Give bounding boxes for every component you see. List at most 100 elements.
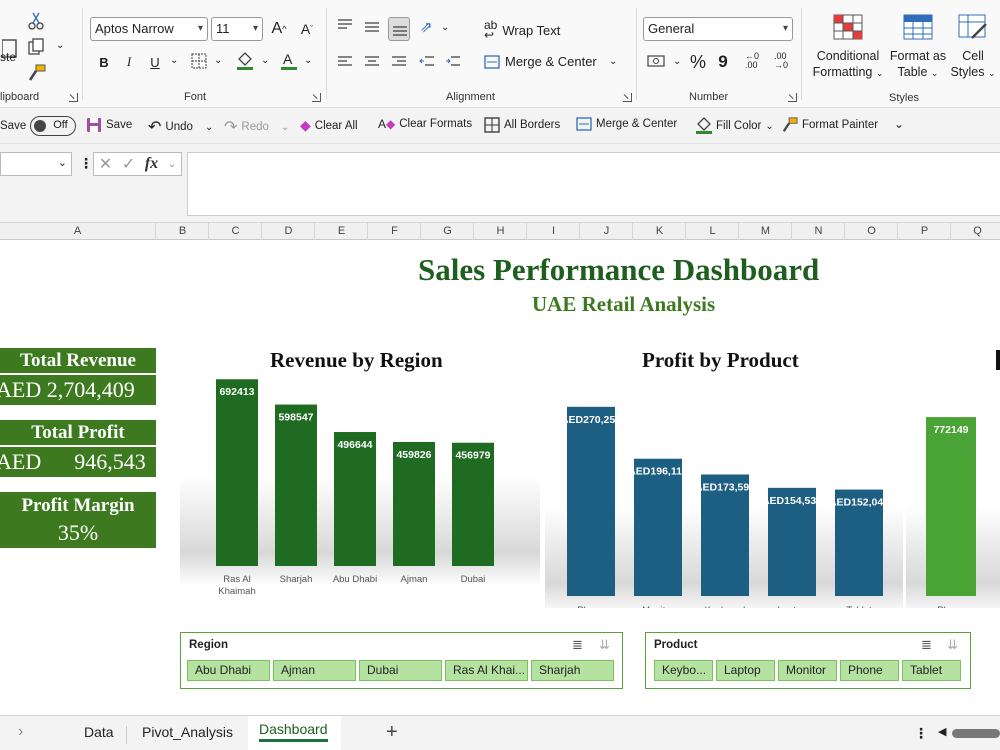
column-header-p[interactable]: P (899, 223, 951, 240)
horizontal-scrollbar[interactable] (952, 729, 1000, 738)
slicer-item[interactable]: Sharjah (531, 660, 614, 681)
number-launcher-icon[interactable] (788, 93, 797, 102)
increase-indent-icon[interactable] (445, 55, 461, 69)
insert-function-button[interactable]: fx (145, 155, 158, 173)
format-painter-quick-button[interactable]: Format Painter (782, 117, 878, 133)
font-launcher-icon[interactable] (312, 93, 321, 102)
all-borders-button[interactable]: All Borders (484, 117, 560, 133)
merge-center-quick-button[interactable]: Merge & Center (576, 117, 677, 131)
slicer-item[interactable]: Monitor (778, 660, 837, 681)
fill-color-icon[interactable] (236, 51, 254, 71)
copy-dropdown-icon[interactable]: ⌄ (56, 40, 64, 51)
underline-dropdown-icon[interactable]: ⌄ (170, 55, 178, 66)
increase-decimal-icon[interactable]: ←0.00 (745, 52, 759, 70)
cut-icon[interactable] (28, 12, 44, 30)
slicer-item[interactable]: Ras Al Khai... (445, 660, 528, 681)
chart-bar[interactable] (926, 417, 976, 596)
column-header-k[interactable]: K (634, 223, 686, 240)
chevron-right-icon[interactable]: › (18, 723, 23, 741)
clear-filter-icon[interactable]: ⇊ (599, 637, 610, 653)
profit-by-product-chart[interactable]: Profit by Product AED270,252 Phone AED196,… (545, 340, 903, 616)
percent-style-button[interactable]: % (688, 50, 708, 74)
conditional-formatting-button[interactable]: Conditional Formatting ⌄ (812, 48, 884, 81)
more-options-icon[interactable]: ⋮ (79, 155, 93, 172)
chart-bar[interactable] (634, 458, 682, 596)
font-size-combo[interactable]: 11 ▾ (211, 17, 263, 41)
column-header-f[interactable]: F (369, 223, 421, 240)
wrap-text-button[interactable]: ab ↩ Wrap Text (484, 19, 560, 41)
column-header-j[interactable]: J (581, 223, 633, 240)
customize-toolbar-icon[interactable]: ⌄ (894, 117, 904, 131)
column-header-d[interactable]: D (263, 223, 315, 240)
product-slicer[interactable]: Product ≣ ⇊ Keybo... Laptop Monitor Phone Ta… (645, 632, 971, 689)
clear-formats-button[interactable]: A◆ Clear Formats (378, 117, 472, 131)
slicer-item[interactable]: Keybo... (654, 660, 713, 681)
scroll-left-icon[interactable]: ◀ (938, 725, 946, 738)
slicer-item[interactable]: Phone (840, 660, 899, 681)
column-header-i[interactable]: I (528, 223, 580, 240)
column-header-a[interactable]: A (0, 223, 156, 240)
comma-style-button[interactable]: 9 (716, 50, 730, 74)
decrease-font-size-button[interactable]: Aˇ (296, 17, 318, 41)
fill-color-dropdown-icon[interactable]: ⌄ (261, 55, 269, 66)
decrease-indent-icon[interactable] (419, 55, 435, 69)
chart-bar[interactable] (275, 404, 317, 566)
sheet-tab-data[interactable]: Data (84, 724, 114, 740)
column-header-c[interactable]: C (210, 223, 262, 240)
column-header-q[interactable]: Q (952, 223, 1000, 240)
align-center-icon[interactable] (364, 55, 380, 69)
conditional-formatting-icon[interactable] (833, 14, 863, 40)
fill-color-quick-button[interactable]: Fill Color ⌄ (696, 117, 774, 135)
font-name-combo[interactable]: Aptos Narrow ▾ (90, 17, 208, 41)
format-painter-icon[interactable] (28, 64, 46, 82)
slicer-item[interactable]: Laptop (716, 660, 775, 681)
cell-styles-button[interactable]: Cell Styles ⌄ (948, 48, 998, 81)
borders-icon[interactable] (191, 53, 207, 69)
column-header-n[interactable]: N (793, 223, 845, 240)
clear-filter-icon[interactable]: ⇊ (947, 637, 958, 653)
multi-select-icon[interactable]: ≣ (921, 637, 932, 653)
align-right-icon[interactable] (391, 55, 407, 69)
middle-align-icon[interactable] (364, 20, 380, 34)
clear-all-button[interactable]: ◆ Clear All (300, 117, 358, 134)
top-align-icon[interactable] (337, 18, 353, 32)
undo-button[interactable]: ↶ Undo ⌄ (148, 117, 213, 137)
revenue-by-region-chart[interactable]: Revenue by Region 692413 Ras Al Khaimah 598… (180, 340, 540, 608)
chart-bar[interactable] (216, 379, 258, 566)
font-color-icon[interactable]: A (280, 51, 298, 71)
column-header-l[interactable]: L (687, 223, 739, 240)
more-options-icon[interactable]: ⋮ (914, 725, 928, 742)
borders-dropdown-icon[interactable]: ⌄ (214, 55, 222, 66)
orientation-dropdown-icon[interactable]: ⌄ (441, 22, 449, 33)
orientation-icon[interactable]: ⇗ (420, 18, 433, 36)
sheet-tab-pivot-analysis[interactable]: Pivot_Analysis (142, 724, 233, 740)
region-slicer[interactable]: Region ≣ ⇊ Abu Dhabi Ajman Dubai Ras Al Kha… (180, 632, 623, 689)
underline-button[interactable]: U (148, 52, 162, 72)
copy-icon[interactable] (28, 38, 46, 56)
column-header-m[interactable]: M (740, 223, 792, 240)
formula-input[interactable] (187, 152, 1000, 216)
slicer-item[interactable]: Ajman (273, 660, 356, 681)
slicer-item[interactable]: Abu Dhabi (187, 660, 270, 681)
paste-button[interactable]: ste (0, 18, 20, 74)
cancel-icon[interactable]: ✕ (99, 154, 112, 174)
column-header-g[interactable]: G (422, 223, 474, 240)
cell-styles-icon[interactable] (958, 14, 988, 40)
autosave-toggle[interactable]: Save Off (0, 116, 77, 136)
chart-bar[interactable] (334, 432, 376, 566)
redo-button[interactable]: ↷ Redo ⌄ (224, 117, 289, 137)
merge-center-button[interactable]: Merge & Center (484, 54, 597, 69)
enter-icon[interactable]: ✓ (122, 154, 135, 174)
bottom-align-button[interactable] (388, 17, 410, 41)
slicer-item[interactable]: Dubai (359, 660, 442, 681)
font-color-dropdown-icon[interactable]: ⌄ (304, 55, 312, 66)
merge-dropdown-icon[interactable]: ⌄ (609, 56, 617, 67)
column-header-b[interactable]: B (157, 223, 209, 240)
third-chart[interactable]: 772149 Phone (906, 340, 1000, 608)
format-as-table-button[interactable]: Format as Table ⌄ (885, 48, 951, 81)
number-format-combo[interactable]: General ▾ (643, 17, 793, 41)
clipboard-launcher-icon[interactable] (69, 93, 78, 102)
name-box[interactable]: ⌄ (0, 152, 72, 176)
save-button[interactable]: Save (86, 117, 132, 133)
accounting-format-icon[interactable] (647, 53, 667, 69)
